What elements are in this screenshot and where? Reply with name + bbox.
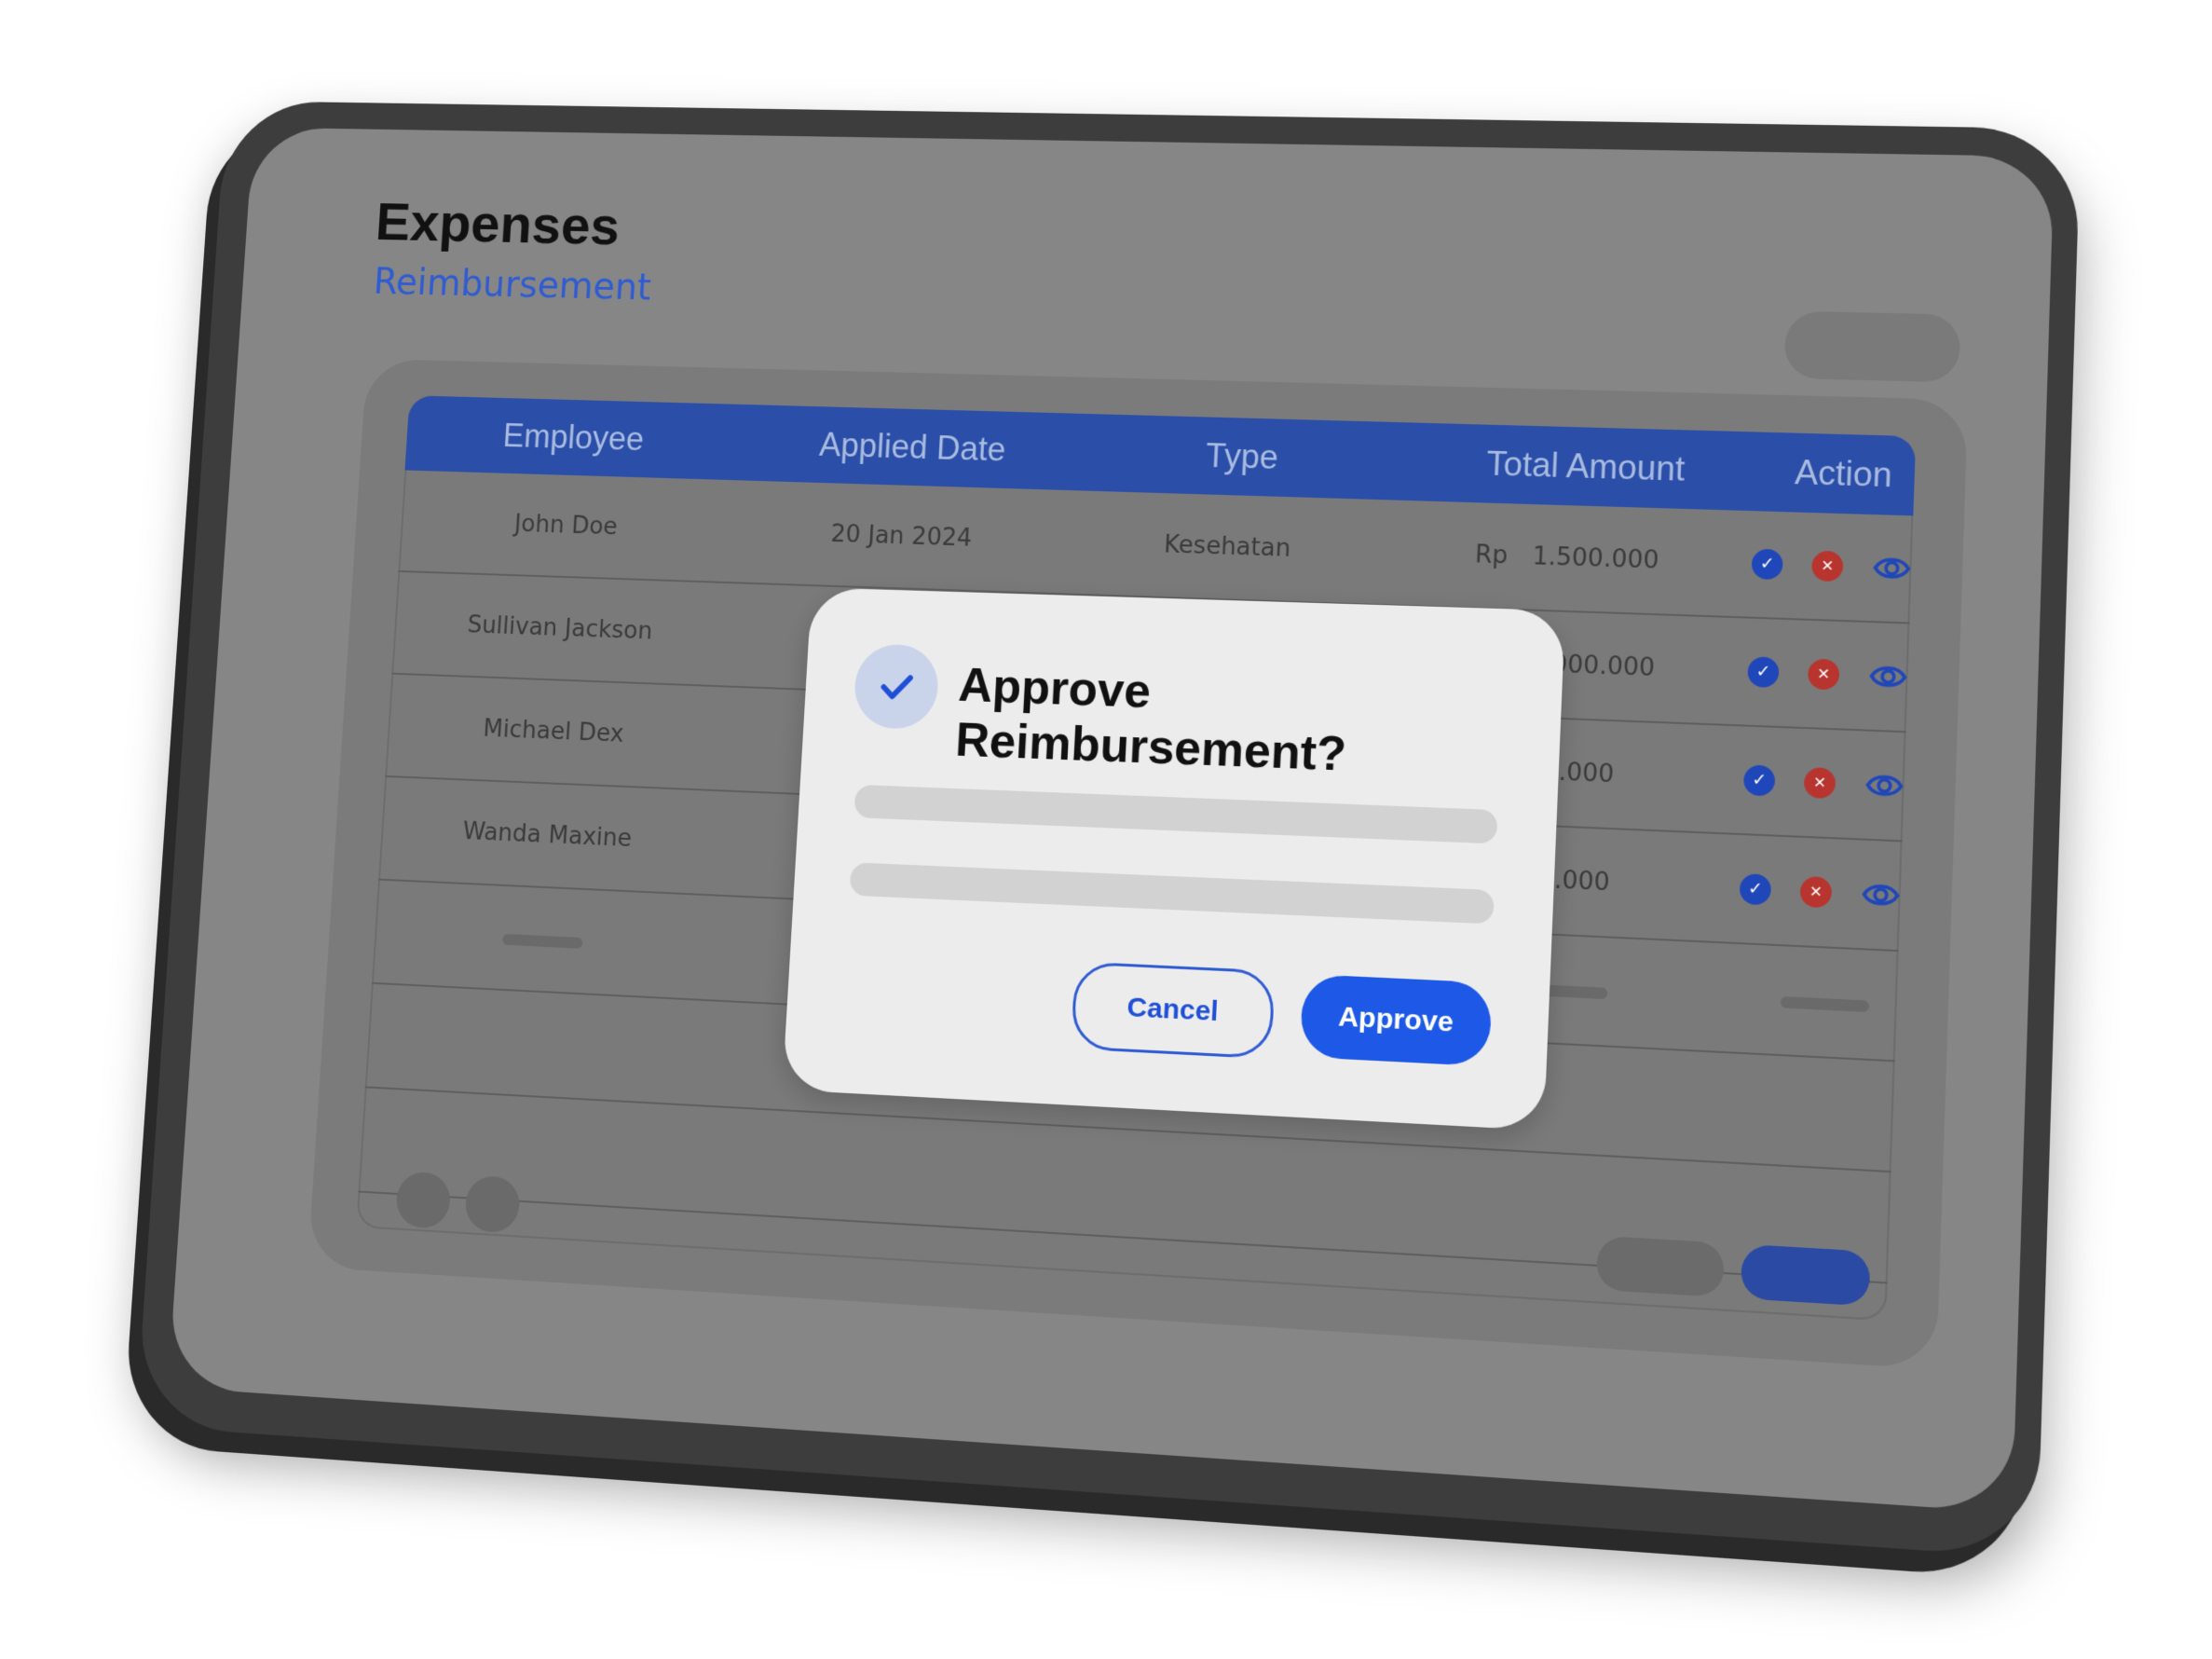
cell-employee: Michael Dex — [482, 715, 625, 748]
skeleton-bar — [1780, 995, 1870, 1013]
pagination — [394, 1171, 522, 1234]
secondary-button-placeholder[interactable] — [1595, 1235, 1726, 1298]
cell-applied-date: 20 Jan 2024 — [829, 520, 973, 553]
view-eye-icon[interactable] — [1861, 875, 1902, 915]
cell-type: Kesehatan — [1163, 530, 1291, 563]
skeleton-cell — [375, 917, 714, 961]
approve-button[interactable]: Approve — [1299, 974, 1493, 1067]
reject-x-icon[interactable]: ✕ — [1810, 550, 1844, 583]
primary-button-placeholder[interactable] — [1740, 1243, 1871, 1307]
skeleton-bar — [502, 933, 583, 949]
approve-check-icon[interactable]: ✓ — [1739, 873, 1772, 906]
skeleton-cell — [1753, 984, 1897, 1021]
pagination-next-button[interactable] — [464, 1174, 522, 1234]
column-header-type[interactable]: Type — [1085, 433, 1402, 481]
column-header-employee[interactable]: Employee — [406, 414, 743, 461]
page-title: Expenses — [374, 191, 621, 256]
cell-total-amount: Rp 1.500.000 — [1384, 538, 1753, 578]
cell-employee: John Doe — [513, 510, 619, 542]
pagination-prev-button[interactable] — [394, 1171, 452, 1229]
currency-label: Rp — [1474, 541, 1509, 570]
approve-check-icon[interactable]: ✓ — [1751, 548, 1783, 581]
approve-check-icon[interactable]: ✓ — [1747, 656, 1780, 689]
column-header-applied-date[interactable]: Applied Date — [741, 423, 1086, 472]
dialog-title: Approve Reimbursement? — [954, 658, 1348, 782]
cell-actions: ✓ ✕ — [1751, 545, 1912, 588]
cell-actions: ✓ ✕ — [1742, 761, 1905, 806]
cell-employee: Sullivan Jackson — [466, 611, 654, 646]
page-subtitle: Reimbursement — [372, 261, 653, 309]
top-action-button-placeholder[interactable] — [1783, 310, 1961, 383]
cell-actions: ✓ ✕ — [1747, 652, 1908, 696]
cancel-button[interactable]: Cancel — [1071, 961, 1276, 1060]
reject-x-icon[interactable]: ✕ — [1803, 767, 1837, 800]
approve-dialog: Approve Reimbursement? Cancel Approve — [782, 587, 1565, 1131]
view-eye-icon[interactable] — [1868, 657, 1908, 696]
check-icon — [853, 643, 940, 731]
view-eye-icon[interactable] — [1872, 549, 1912, 588]
view-eye-icon[interactable] — [1864, 766, 1905, 806]
amount-value: 1.500.000 — [1532, 542, 1660, 575]
reject-x-icon[interactable]: ✕ — [1799, 875, 1833, 909]
dialog-text-placeholder — [849, 862, 1495, 925]
approve-check-icon[interactable]: ✓ — [1742, 764, 1776, 797]
column-header-action: Action — [1794, 452, 1893, 495]
stage: Expenses Reimbursement Employee Applied … — [0, 0, 2212, 1659]
column-header-total-amount[interactable]: Total Amount — [1400, 442, 1773, 492]
reject-x-icon[interactable]: ✕ — [1807, 658, 1840, 691]
cell-actions: ✓ ✕ — [1739, 870, 1901, 915]
dialog-text-placeholder — [853, 784, 1498, 844]
cell-employee: Wanda Maxine — [461, 817, 633, 853]
